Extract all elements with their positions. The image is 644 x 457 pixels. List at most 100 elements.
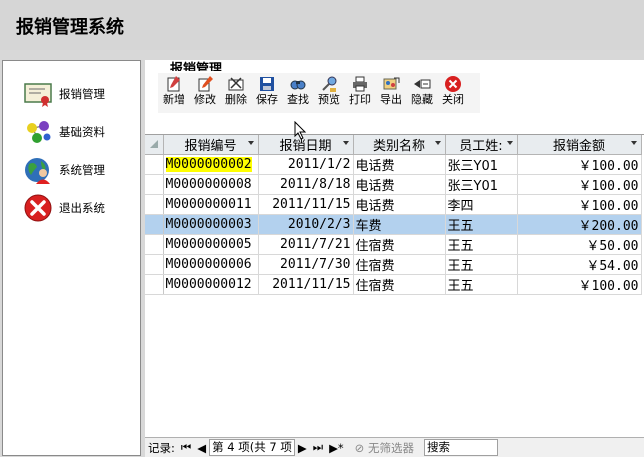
cell-expense-date[interactable]: 2011/1/2: [258, 154, 354, 175]
toolbar: 新增 修改 删除 保存 查找 预览 打印 导出 隐藏 关闭: [158, 73, 480, 113]
cell-amount[interactable]: ￥200.00: [517, 214, 642, 235]
preview-icon: [322, 76, 337, 92]
next-record-button[interactable]: ▶: [295, 441, 310, 455]
previous-record-button[interactable]: ◀: [194, 441, 209, 455]
cell-category[interactable]: 电话费: [353, 154, 446, 175]
row-selector[interactable]: [145, 254, 164, 275]
record-label: 记录:: [148, 440, 175, 455]
row-selector[interactable]: [145, 234, 164, 255]
close-icon: [445, 76, 461, 92]
cell-category[interactable]: 电话费: [353, 194, 446, 215]
new-button[interactable]: 新增: [158, 73, 190, 113]
cell-expense-id[interactable]: M0000000011: [163, 194, 259, 215]
cell-expense-date[interactable]: 2011/8/18: [258, 174, 354, 195]
dropdown-arrow-icon[interactable]: [630, 141, 637, 145]
cell-employee[interactable]: 张三Y01: [445, 174, 518, 195]
dropdown-arrow-icon[interactable]: [342, 141, 349, 145]
dropdown-arrow-icon[interactable]: [506, 141, 513, 145]
filter-indicator[interactable]: ⊘ 无筛选器: [355, 440, 414, 456]
table-row[interactable]: M0000000012 2011/11/15 住宿费 王五 ￥100.00: [145, 274, 642, 295]
row-selector[interactable]: [145, 274, 164, 295]
hide-icon: [414, 79, 431, 89]
cell-expense-id[interactable]: M0000000012: [163, 274, 259, 295]
red-x-icon: [23, 193, 53, 223]
current-record-field[interactable]: 第 4 项(共 7 项: [209, 439, 295, 456]
print-icon: [353, 76, 367, 92]
table-header-row: 报销编号 报销日期 类别名称 员工姓: 报销金额: [145, 135, 642, 155]
table-row[interactable]: M0000000006 2011/7/30 住宿费 王五 ￥54.00: [145, 254, 642, 275]
cell-employee[interactable]: 张三Y01: [445, 154, 518, 175]
cell-employee[interactable]: 王五: [445, 254, 518, 275]
table-row[interactable]: M0000000011 2011/11/15 电话费 李四 ￥100.00: [145, 194, 642, 215]
cell-expense-date[interactable]: 2010/2/3: [258, 214, 354, 235]
cell-employee[interactable]: 王五: [445, 234, 518, 255]
cell-category[interactable]: 车费: [353, 214, 446, 235]
cell-expense-date[interactable]: 2011/7/30: [258, 254, 354, 275]
corner-triangle-icon: [150, 140, 158, 148]
cell-expense-date[interactable]: 2011/11/15: [258, 194, 354, 215]
cell-expense-id[interactable]: M0000000002: [163, 154, 259, 175]
row-selector[interactable]: [145, 174, 164, 195]
first-record-button[interactable]: ⏮: [178, 440, 194, 455]
last-record-button[interactable]: ⏭: [310, 440, 326, 455]
cell-category[interactable]: 电话费: [353, 174, 446, 195]
dropdown-arrow-icon[interactable]: [434, 141, 441, 145]
table-row-selected[interactable]: M0000000003 2010/2/3 车费 王五 ￥200.00: [145, 214, 642, 235]
new-icon: [167, 76, 180, 92]
filter-icon: ⊘: [354, 440, 365, 455]
save-button[interactable]: 保存: [251, 73, 283, 113]
row-selector[interactable]: [145, 214, 164, 235]
dropdown-arrow-icon[interactable]: [247, 141, 254, 145]
row-selector[interactable]: [145, 194, 164, 215]
cell-expense-date[interactable]: 2011/7/21: [258, 234, 354, 255]
cell-amount[interactable]: ￥100.00: [517, 174, 642, 195]
table-row[interactable]: M0000000005 2011/7/21 住宿费 王五 ￥50.00: [145, 234, 642, 255]
delete-button[interactable]: 删除: [220, 73, 252, 113]
section-title: 报销管理: [170, 62, 223, 71]
cell-category[interactable]: 住宿费: [353, 254, 446, 275]
search-input[interactable]: 搜索: [423, 439, 498, 456]
export-button[interactable]: 导出: [375, 73, 407, 113]
preview-button[interactable]: 预览: [313, 73, 345, 113]
cell-employee[interactable]: 王五: [445, 214, 518, 235]
cell-amount[interactable]: ￥100.00: [517, 154, 642, 175]
column-header-employee[interactable]: 员工姓:: [445, 135, 518, 155]
edit-button[interactable]: 修改: [189, 73, 221, 113]
sidebar-item-system[interactable]: 系统管理: [23, 154, 105, 186]
cell-amount[interactable]: ￥100.00: [517, 194, 642, 215]
column-header-expense-id[interactable]: 报销编号: [163, 135, 259, 155]
app-titlebar: 报销管理系统: [0, 0, 644, 50]
cell-expense-id[interactable]: M0000000003: [163, 214, 259, 235]
sidebar-item-label: 系统管理: [59, 163, 105, 177]
export-icon: [383, 77, 400, 90]
table-row[interactable]: M0000000002 2011/1/2 电话费 张三Y01 ￥100.00: [145, 154, 642, 175]
cell-amount[interactable]: ￥50.00: [517, 234, 642, 255]
select-all-corner[interactable]: [145, 135, 164, 155]
delete-icon: [228, 77, 244, 91]
hide-button[interactable]: 隐藏: [406, 73, 438, 113]
sidebar-item-exit[interactable]: 退出系统: [23, 192, 105, 224]
cell-expense-date[interactable]: 2011/11/15: [258, 274, 354, 295]
mouse-cursor-icon: [294, 121, 307, 140]
cell-amount[interactable]: ￥100.00: [517, 274, 642, 295]
expense-table: 报销编号 报销日期 类别名称 员工姓: 报销金额 M0000000002 201…: [145, 135, 642, 295]
cell-amount[interactable]: ￥54.00: [517, 254, 642, 275]
row-selector[interactable]: [145, 154, 164, 175]
cell-expense-id[interactable]: M0000000005: [163, 234, 259, 255]
cell-expense-id[interactable]: M0000000006: [163, 254, 259, 275]
table-row[interactable]: M0000000008 2011/8/18 电话费 张三Y01 ￥100.00: [145, 174, 642, 195]
sidebar-item-basic-data[interactable]: 基础资料: [23, 116, 105, 148]
sidebar-item-label: 退出系统: [59, 201, 105, 215]
sidebar-item-expense[interactable]: 报销管理: [23, 78, 105, 110]
close-button[interactable]: 关闭: [437, 73, 469, 113]
print-button[interactable]: 打印: [344, 73, 376, 113]
cell-category[interactable]: 住宿费: [353, 234, 446, 255]
column-header-category[interactable]: 类别名称: [353, 135, 446, 155]
cell-expense-id[interactable]: M0000000008: [163, 174, 259, 195]
new-record-button[interactable]: ▶*: [326, 441, 347, 455]
cell-employee[interactable]: 王五: [445, 274, 518, 295]
column-header-amount[interactable]: 报销金额: [517, 135, 642, 155]
cell-employee[interactable]: 李四: [445, 194, 518, 215]
cell-category[interactable]: 住宿费: [353, 274, 446, 295]
find-button[interactable]: 查找: [282, 73, 314, 113]
